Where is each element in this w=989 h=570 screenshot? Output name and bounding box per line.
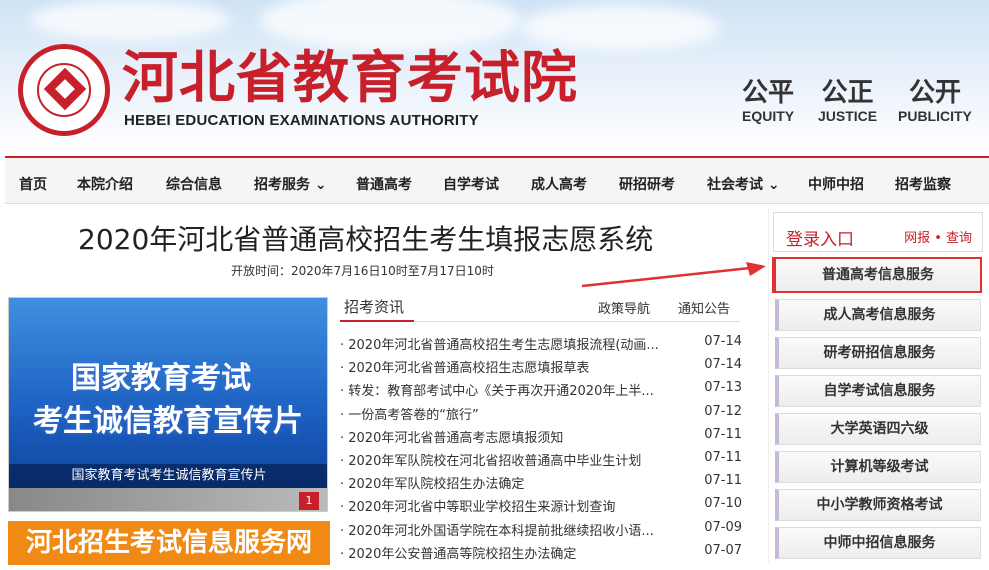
nav-item-supervision[interactable]: 招考监察 <box>895 174 951 194</box>
nav-item-zhongshi[interactable]: 中师中招 <box>808 174 864 194</box>
nav-item-social-exams[interactable]: 社会考试 ⌄ <box>707 174 780 194</box>
nav-item-exam-services[interactable]: 招考服务 ⌄ <box>254 174 327 194</box>
self-study-info-service-button[interactable]: 自学考试信息服务 <box>775 375 981 407</box>
site-header: 河北省教育考试院 HEBEI EDUCATION EXAMINATIONS AU… <box>0 0 989 152</box>
cloud-decoration <box>520 5 720 50</box>
video-subheadline: 考生诚信教育宣传片 <box>33 404 303 439</box>
nav-item-self-study[interactable]: 自学考试 <box>443 174 499 194</box>
list-item[interactable]: · 2020年河北省普通高校招生志愿填报草表 07-14 <box>340 355 744 378</box>
news-list: · 2020年河北省普通高校招生考生志愿填报流程(动画... 07-14 · 20… <box>340 332 744 564</box>
cloud-decoration <box>30 0 230 40</box>
nav-item-gaokao[interactable]: 普通高考 <box>356 174 412 194</box>
teacher-qualification-button[interactable]: 中小学教师资格考试 <box>775 489 981 521</box>
login-links[interactable]: 网报 • 查询 <box>904 227 972 246</box>
authority-emblem-icon[interactable] <box>18 44 110 136</box>
motto-equity: 公平 EQUITY <box>742 78 795 124</box>
login-title: 登录入口 <box>786 230 854 250</box>
video-caption: 国家教育考试考生诚信教育宣传片 <box>9 464 327 488</box>
video-progress-bar[interactable] <box>9 488 327 511</box>
video-panel[interactable]: 国家教育考试 考生诚信教育宣传片 国家教育考试考生诚信教育宣传片 1 <box>8 297 328 512</box>
slide-page-indicator[interactable]: 1 <box>299 492 319 510</box>
nav-item-about[interactable]: 本院介绍 <box>77 174 133 194</box>
list-item[interactable]: · 2020年军队院校在河北省招收普通高中毕业生计划 07-11 <box>340 448 744 471</box>
list-item[interactable]: · 转发：教育部考试中心《关于再次开通2020年上半... 07-13 <box>340 378 744 401</box>
computer-rank-exam-button[interactable]: 计算机等级考试 <box>775 451 981 483</box>
list-item[interactable]: · 2020年河北省普通高考志愿填报须知 07-11 <box>340 425 744 448</box>
nav-item-adult-exam[interactable]: 成人高考 <box>531 174 587 194</box>
cloud-decoration <box>260 0 520 50</box>
list-item[interactable]: · 2020年河北省中等职业学校招生来源计划查询 07-10 <box>340 494 744 517</box>
list-item[interactable]: · 2020年河北省普通高校招生考生志愿填报流程(动画... 07-14 <box>340 332 744 355</box>
motto-publicity: 公开 PUBLICITY <box>898 78 972 124</box>
zhongshi-info-service-button[interactable]: 中师中招信息服务 <box>775 527 981 559</box>
nav-item-postgrad[interactable]: 研招研考 <box>619 174 675 194</box>
nav-item-general-info[interactable]: 综合信息 <box>166 174 222 194</box>
list-item[interactable]: · 2020年河北外国语学院在本科提前批继续招收小语... 07-09 <box>340 518 744 541</box>
gaokao-info-service-button[interactable]: 普通高考信息服务 <box>772 257 982 293</box>
tab-policy-guide[interactable]: 政策导航 <box>598 298 650 317</box>
main-nav: 首页 本院介绍 综合信息 招考服务 ⌄ 普通高考 自学考试 成人高考 研招研考 … <box>5 156 989 204</box>
login-entry-box: 登录入口 网报 • 查询 <box>773 212 983 252</box>
list-item[interactable]: · 一份高考答卷的“旅行” 07-12 <box>340 402 744 425</box>
nav-item-home[interactable]: 首页 <box>19 174 47 194</box>
site-title: 河北省教育考试院 <box>122 45 578 111</box>
service-website-banner[interactable]: 河北招生考试信息服务网 <box>8 521 330 565</box>
site-title-english: HEBEI EDUCATION EXAMINATIONS AUTHORITY <box>124 112 479 129</box>
active-tab-underline <box>340 320 414 322</box>
tab-notices[interactable]: 通知公告 <box>678 298 730 317</box>
page-title[interactable]: 2020年河北省普通高校招生考生填报志愿系统 <box>78 218 653 258</box>
postgrad-info-service-button[interactable]: 研考研招信息服务 <box>775 337 981 369</box>
adult-exam-info-service-button[interactable]: 成人高考信息服务 <box>775 299 981 331</box>
video-headline: 国家教育考试 <box>71 361 251 396</box>
cet-button[interactable]: 大学英语四六级 <box>775 413 981 445</box>
open-time-text: 开放时间：2020年7月16日10时至7月17日10时 <box>231 264 494 278</box>
motto-justice: 公正 JUSTICE <box>818 78 878 124</box>
list-item[interactable]: · 2020年军队院校招生办法确定 07-11 <box>340 471 744 494</box>
tab-exam-news[interactable]: 招考资讯 <box>344 296 404 317</box>
red-arrow-icon <box>581 262 766 288</box>
list-item[interactable]: · 2020年公安普通高等院校招生办法确定 07-07 <box>340 541 744 564</box>
news-tabs: 招考资讯 政策导航 通知公告 <box>340 296 740 322</box>
